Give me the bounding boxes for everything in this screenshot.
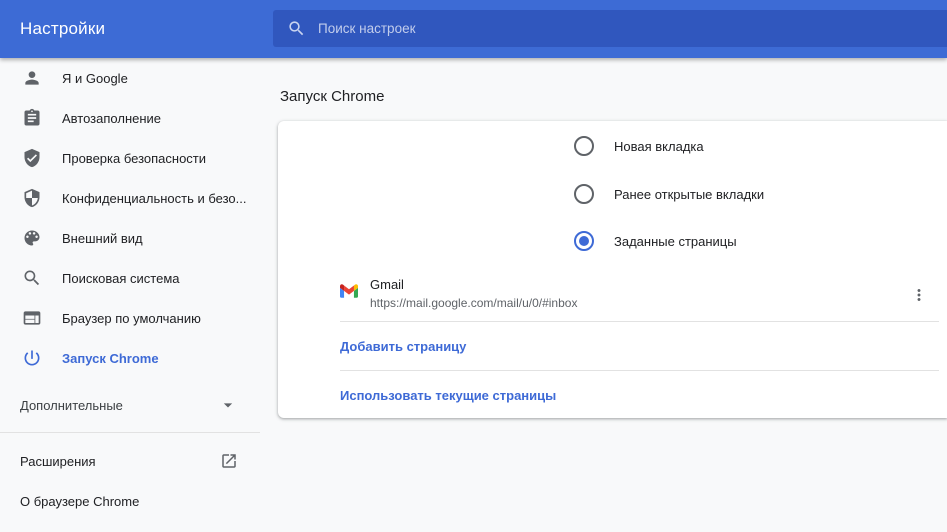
sidebar-item-search-engine[interactable]: Поисковая система bbox=[0, 258, 260, 298]
sidebar-item-on-startup[interactable]: Запуск Chrome bbox=[0, 338, 260, 378]
sidebar-item-default-browser[interactable]: Браузер по умолчанию bbox=[0, 298, 260, 338]
radio-button[interactable] bbox=[574, 136, 594, 156]
sidebar-item-label: Автозаполнение bbox=[62, 111, 161, 126]
person-icon bbox=[22, 68, 42, 88]
header-bar: Настройки bbox=[0, 0, 947, 58]
add-page-button[interactable]: Добавить страницу bbox=[278, 322, 947, 370]
sidebar-divider bbox=[0, 432, 260, 433]
startup-page-name: Gmail bbox=[370, 277, 404, 292]
sidebar-item-label: Я и Google bbox=[62, 71, 128, 86]
browser-icon bbox=[22, 308, 42, 328]
sidebar-item-label: Внешний вид bbox=[62, 231, 143, 246]
radio-option-continue[interactable]: Ранее открытые вкладки bbox=[278, 170, 947, 218]
autofill-clipboard-icon bbox=[22, 108, 42, 128]
sidebar-item-safety-check[interactable]: Проверка безопасности bbox=[0, 138, 260, 178]
radio-option-label: Новая вкладка bbox=[614, 139, 704, 154]
sidebar-item-about-chrome[interactable]: О браузере Chrome bbox=[0, 481, 260, 521]
security-shield-icon bbox=[22, 188, 42, 208]
page-title: Настройки bbox=[20, 0, 105, 58]
sidebar-item-privacy[interactable]: Конфиденциальность и безо... bbox=[0, 178, 260, 218]
sidebar-item-label: Проверка безопасности bbox=[62, 151, 206, 166]
sidebar-item-label: Поисковая система bbox=[62, 271, 180, 286]
startup-page-row: Gmail https://mail.google.com/mail/u/0/#… bbox=[278, 269, 947, 321]
sidebar-item-extensions[interactable]: Расширения bbox=[0, 441, 260, 481]
power-icon bbox=[22, 348, 42, 368]
settings-search-box[interactable] bbox=[273, 10, 947, 47]
sidebar-item-label: Браузер по умолчанию bbox=[62, 311, 201, 326]
sidebar-item-appearance[interactable]: Внешний вид bbox=[0, 218, 260, 258]
section-title: Запуск Chrome bbox=[280, 88, 384, 105]
sidebar-item-advanced[interactable]: Дополнительные bbox=[0, 382, 260, 428]
sidebar-item-autofill[interactable]: Автозаполнение bbox=[0, 98, 260, 138]
palette-icon bbox=[22, 228, 42, 248]
on-startup-card: Новая вкладка Ранее открытые вкладки Зад… bbox=[278, 121, 947, 418]
search-icon bbox=[22, 268, 42, 288]
startup-page-url: https://mail.google.com/mail/u/0/#inbox bbox=[370, 296, 577, 310]
chevron-down-icon bbox=[218, 395, 238, 415]
add-page-label: Добавить страницу bbox=[340, 339, 466, 354]
about-label: О браузере Chrome bbox=[20, 494, 139, 509]
use-current-pages-button[interactable]: Использовать текущие страницы bbox=[278, 371, 947, 419]
settings-sidebar: Я и Google Автозаполнение Проверка безоп… bbox=[0, 58, 260, 532]
shield-check-icon bbox=[22, 148, 42, 168]
search-icon bbox=[287, 19, 306, 38]
sidebar-item-you-and-google[interactable]: Я и Google bbox=[0, 58, 260, 98]
radio-button-selected[interactable] bbox=[574, 231, 594, 251]
sidebar-item-label: Конфиденциальность и безо... bbox=[62, 191, 246, 206]
radio-option-new-tab[interactable]: Новая вкладка bbox=[278, 122, 947, 170]
radio-option-specific-pages[interactable]: Заданные страницы bbox=[278, 217, 947, 265]
gmail-icon bbox=[340, 282, 358, 300]
open-in-new-icon bbox=[220, 452, 238, 470]
more-options-button[interactable] bbox=[905, 281, 933, 309]
use-current-label: Использовать текущие страницы bbox=[340, 388, 556, 403]
radio-option-label: Ранее открытые вкладки bbox=[614, 187, 764, 202]
radio-option-label: Заданные страницы bbox=[614, 234, 737, 249]
more-vert-icon bbox=[910, 286, 928, 304]
radio-button[interactable] bbox=[574, 184, 594, 204]
advanced-label: Дополнительные bbox=[20, 398, 123, 413]
search-input[interactable] bbox=[318, 21, 718, 36]
sidebar-item-label: Запуск Chrome bbox=[62, 351, 159, 366]
extensions-label: Расширения bbox=[20, 454, 96, 469]
